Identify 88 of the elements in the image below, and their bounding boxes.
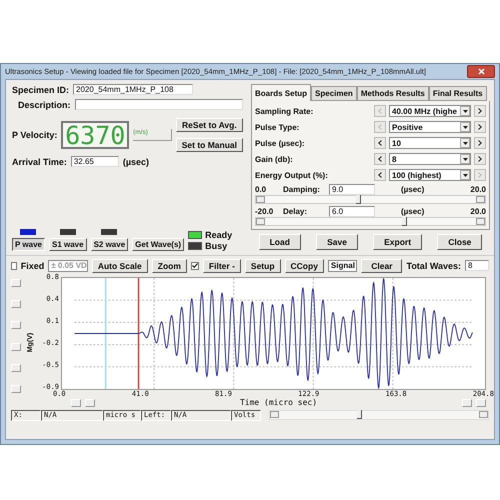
dropdown[interactable]: 8: [389, 153, 471, 165]
setting-label: Gain (db):: [255, 154, 294, 164]
previous-button[interactable]: [374, 169, 386, 181]
scroll-right-button[interactable]: [479, 411, 488, 418]
dropdown-arrow-icon: [462, 174, 468, 176]
action-button[interactable]: Close: [437, 234, 482, 250]
scroll-right-button[interactable]: [476, 196, 485, 203]
dropdown[interactable]: 100 (highest): [389, 169, 471, 181]
previous-button[interactable]: [374, 137, 386, 149]
tab[interactable]: Specimen: [311, 86, 357, 101]
checkbox[interactable]: [190, 262, 199, 270]
tab[interactable]: Methods Results: [356, 86, 429, 101]
setting-label: Sampling Rate:: [255, 106, 314, 116]
total-waves-label: Total Waves:: [406, 260, 461, 270]
axis-adjust-button[interactable]: [11, 279, 21, 287]
label: Description:: [18, 100, 71, 110]
next-button[interactable]: [474, 153, 486, 165]
next-button[interactable]: [474, 105, 486, 117]
velocity-display: 6370: [61, 121, 130, 149]
slider-label: Delay:: [283, 207, 308, 216]
copy-button[interactable]: CCopy: [284, 258, 324, 272]
total-waves-field: 8: [465, 260, 489, 271]
scrollbar-thumb[interactable]: [357, 410, 362, 419]
wave-button[interactable]: P wave: [12, 238, 45, 251]
max-label: 20.0: [470, 185, 486, 194]
next-button[interactable]: [474, 137, 486, 149]
wave-button[interactable]: S2 wave: [90, 238, 128, 251]
unit-label: (µsec): [401, 207, 424, 216]
next-button[interactable]: [474, 121, 486, 133]
close-button[interactable]: [467, 65, 495, 78]
value-field[interactable]: 6.0: [329, 206, 375, 217]
dropdown[interactable]: 10: [389, 137, 471, 149]
previous-button[interactable]: [374, 153, 386, 165]
axis-adjust-button[interactable]: [11, 384, 21, 393]
dropdown[interactable]: Positive: [389, 121, 471, 133]
action-button[interactable]: Export: [373, 234, 422, 250]
setting-label: Energy Output (%):: [255, 170, 329, 180]
action-button[interactable]: Set to Manual: [176, 138, 243, 152]
axis-adjust-button[interactable]: [11, 321, 21, 330]
checkbox-label: Fixed: [20, 260, 44, 270]
status-label: Ready: [205, 230, 232, 240]
arrival-time-field: 32.65: [70, 156, 119, 167]
clear-button[interactable]: Clear: [361, 258, 402, 272]
value-field[interactable]: 9.0: [329, 184, 375, 195]
axis-adjust-button[interactable]: [11, 364, 21, 372]
scroll-right-button[interactable]: [476, 218, 485, 225]
dropdown-arrow-icon: [462, 126, 468, 128]
slider-thumb[interactable]: [356, 195, 362, 204]
checkmark-icon: [192, 263, 198, 268]
max-label: 20.0: [470, 207, 486, 216]
get-waves-button[interactable]: Get Wave(s): [132, 238, 184, 251]
signal-dropdown[interactable]: Signal: [328, 260, 358, 272]
setting-label: Pulse (µsec):: [255, 138, 306, 148]
action-button[interactable]: Save: [316, 234, 358, 250]
wave-button[interactable]: S1 wave: [48, 238, 87, 251]
dropdown-arrow-icon: [462, 110, 468, 112]
axis-adjust-button[interactable]: [11, 342, 21, 351]
checkbox[interactable]: [11, 262, 17, 270]
label: P Velocity:: [12, 130, 58, 140]
scroll-left-button[interactable]: [270, 411, 279, 418]
label: Specimen ID:: [12, 84, 70, 94]
label: Arrival Time:: [12, 156, 67, 166]
unit-label: (µsec): [122, 156, 150, 166]
setup-button[interactable]: Setup: [244, 258, 281, 272]
dropdown[interactable]: 40.00 MHz (highe: [389, 105, 471, 117]
tab[interactable]: Boards Setup: [251, 84, 312, 101]
setting-label: Pulse Type:: [255, 122, 300, 132]
scroll-left-button[interactable]: [256, 218, 265, 225]
min-label: 0.0: [255, 185, 268, 194]
description-field[interactable]: [74, 99, 243, 110]
axis-label: Time (micro sec): [240, 398, 318, 407]
dropdown-arrow-icon: [462, 142, 468, 144]
specimen-id-field[interactable]: 2020_54mm_1MHz_P_108: [73, 84, 194, 95]
axis-adjust-button[interactable]: [11, 300, 21, 308]
zoom-button[interactable]: Zoom: [152, 258, 187, 272]
status-label: Busy: [205, 241, 228, 251]
filter-button[interactable]: Filter -: [202, 258, 241, 272]
action-button[interactable]: Load: [258, 234, 301, 250]
auto-scale-button[interactable]: Auto Scale: [92, 258, 148, 272]
slider-label: Damping:: [283, 185, 321, 194]
close-icon: [478, 68, 484, 75]
slider-thumb[interactable]: [402, 217, 407, 226]
min-label: -20.0: [255, 207, 274, 216]
tab[interactable]: Final Results: [428, 86, 487, 101]
action-button[interactable]: ReSet to Avg.: [176, 118, 243, 132]
dropdown-arrow-icon: [462, 158, 468, 160]
unit-label: (µsec): [401, 185, 424, 194]
scroll-left-button[interactable]: [256, 196, 265, 203]
